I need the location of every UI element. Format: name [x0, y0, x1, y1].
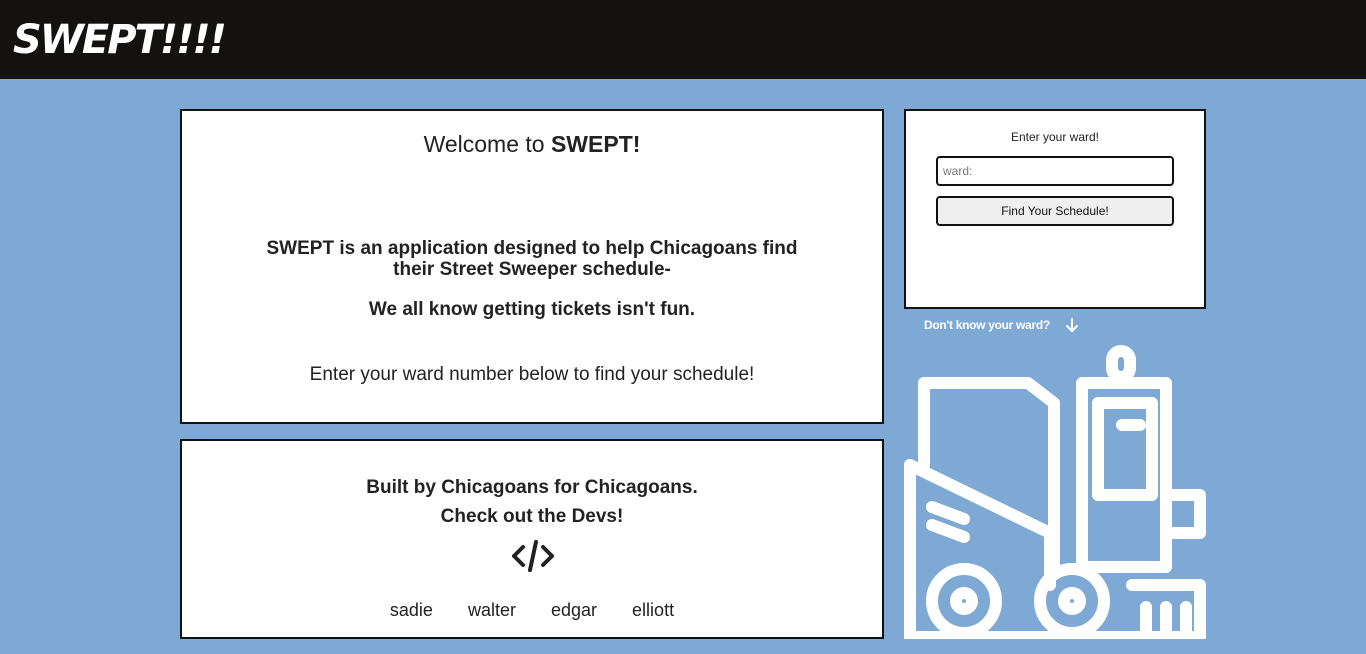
ward-form-card: Enter your ward! Find Your Schedule!	[904, 109, 1206, 309]
code-icon[interactable]	[512, 539, 554, 573]
app-description: SWEPT is an application designed to help…	[182, 238, 882, 280]
dev-link-elliott[interactable]: elliott	[632, 599, 674, 621]
welcome-card: Welcome to SWEPT! SWEPT is an applicatio…	[180, 109, 884, 424]
welcome-title: Welcome to SWEPT!	[182, 129, 882, 159]
tickets-text: We all know getting tickets isn't fun.	[368, 299, 696, 320]
instruction-text: Enter your ward number below to find you…	[309, 364, 755, 385]
dev-link-edgar[interactable]: edgar	[551, 599, 597, 621]
app-description-text: SWEPT is an application designed to help…	[266, 238, 798, 280]
check-devs-text: Check out the Devs!	[440, 506, 624, 527]
ward-input[interactable]	[936, 156, 1174, 186]
arrow-down-icon[interactable]	[1065, 317, 1079, 333]
dev-links: sadie walter edgar elliott	[182, 599, 882, 621]
dev-link-walter[interactable]: walter	[468, 599, 516, 621]
find-schedule-button[interactable]: Find Your Schedule!	[936, 196, 1174, 226]
welcome-title-prefix: Welcome to	[423, 131, 551, 157]
logo[interactable]: SWEPT!!!!	[13, 14, 227, 66]
top-bar: SWEPT!!!!	[0, 0, 1366, 79]
street-sweeper-icon	[904, 345, 1206, 639]
dev-link-sadie[interactable]: sadie	[390, 599, 433, 621]
devs-card: Built by Chicagoans for Chicagoans. Chec…	[180, 439, 884, 639]
built-by-text: Built by Chicagoans for Chicagoans.	[366, 477, 698, 498]
dont-know-ward-link[interactable]: Don't know your ward?	[924, 317, 1050, 333]
welcome-title-brand: SWEPT!	[550, 131, 641, 157]
ward-label: Enter your ward!	[1010, 130, 1100, 144]
